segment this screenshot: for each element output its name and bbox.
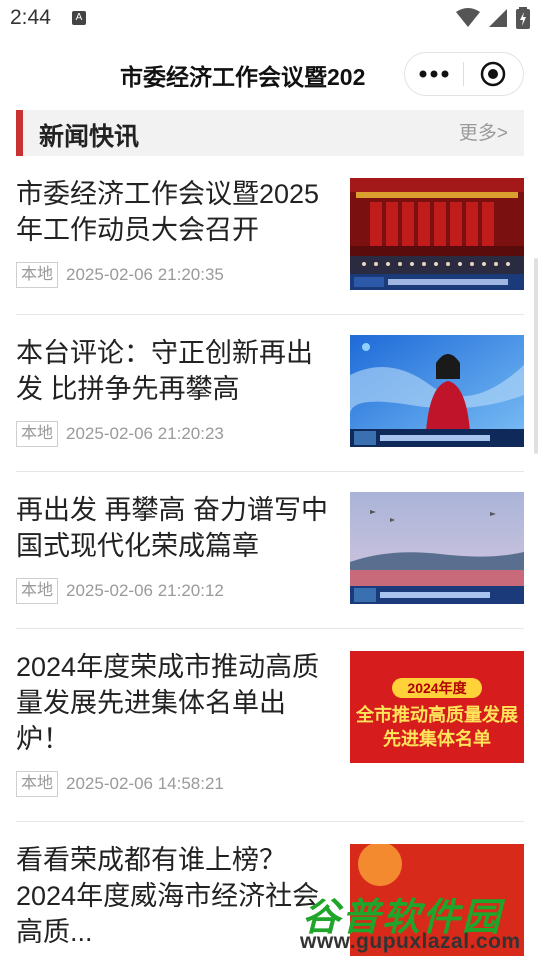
news-meta: 本地 2025-02-06 21:20:12 [16,578,224,604]
news-time: 2025-02-06 21:20:35 [66,265,224,284]
news-time: 2025-02-06 21:20:12 [66,581,224,600]
more-link[interactable]: 更多> [459,118,508,145]
more-dots-icon [419,70,449,78]
news-meta: 本地 2025-02-06 21:20:35 [16,262,224,288]
news-meta: 本地 2025-02-06 14:58:21 [16,771,224,797]
news-thumbnail[interactable] [350,178,524,290]
news-title[interactable]: 本台评论：守正创新再出发 比拼争先再攀高 [16,335,334,407]
news-title[interactable]: 市委经济工作会议暨2025年工作动员大会召开 [16,176,334,248]
watermark-url: www.gupuxlazal.com [300,930,521,953]
news-tag: 本地 [16,421,59,447]
target-close-icon [481,61,506,87]
news-thumbnail[interactable]: 2024年度 全市推动高质量发展 先进集体名单 [350,651,524,763]
news-tag: 本地 [16,578,59,604]
more-options-button[interactable] [405,53,463,95]
landscape-image [350,492,524,604]
news-time: 2025-02-06 21:20:23 [66,424,224,443]
status-bar: 2:44 A [0,0,540,38]
news-tag: 本地 [16,262,59,288]
status-time: 2:44 [10,6,51,29]
close-miniprogram-button[interactable] [464,53,524,95]
news-title[interactable]: 再出发 再攀高 奋力谱写中国式现代化荣成篇章 [16,492,334,564]
news-thumbnail[interactable] [350,335,524,447]
section-title: 新闻快讯 [39,123,140,151]
news-item[interactable]: 2024年度荣成市推动高质量发展先进集体名单出炉！ 本地 2025-02-06 … [16,629,524,822]
news-title[interactable]: 2024年度荣成市推动高质量发展先进集体名单出炉！ [16,649,334,757]
meeting-hall-image [350,178,524,290]
news-tag: 本地 [16,771,59,797]
app-header: 市委经济工作会议暨202 [0,38,540,110]
thumb-headline-1: 全市推动高质量发展 [356,705,518,725]
section-accent-bar [16,110,23,156]
news-item[interactable]: 本台评论：守正创新再出发 比拼争先再攀高 本地 2025-02-06 21:20… [16,315,524,472]
news-time: 2025-02-06 14:58:21 [66,774,224,793]
page-title: 市委经济工作会议暨202 [120,64,366,90]
notification-icon: A [72,11,86,25]
watermark-logo: 谷普软件园 www.gupuxlazal.com [296,886,540,960]
wifi-icon [456,8,480,27]
news-item[interactable]: 市委经济工作会议暨2025年工作动员大会召开 本地 2025-02-06 21:… [16,170,524,315]
scrollbar[interactable] [534,258,538,454]
news-title[interactable]: 看看荣成都有谁上榜？2024年度威海市经济社会高质... [16,842,334,950]
thumb-headline-2: 先进集体名单 [383,729,491,749]
signal-icon [489,9,507,27]
news-item[interactable]: 再出发 再攀高 奋力谱写中国式现代化荣成篇章 本地 2025-02-06 21:… [16,472,524,629]
thumb-year-badge: 2024年度 [392,678,482,698]
capsule-menu [404,52,524,96]
section-header: 新闻快讯 更多> [16,110,524,156]
system-icons [456,7,530,29]
news-meta: 本地 2025-02-06 21:20:23 [16,421,224,447]
news-thumbnail[interactable] [350,492,524,604]
battery-icon [516,7,530,29]
anchor-image [350,335,524,447]
